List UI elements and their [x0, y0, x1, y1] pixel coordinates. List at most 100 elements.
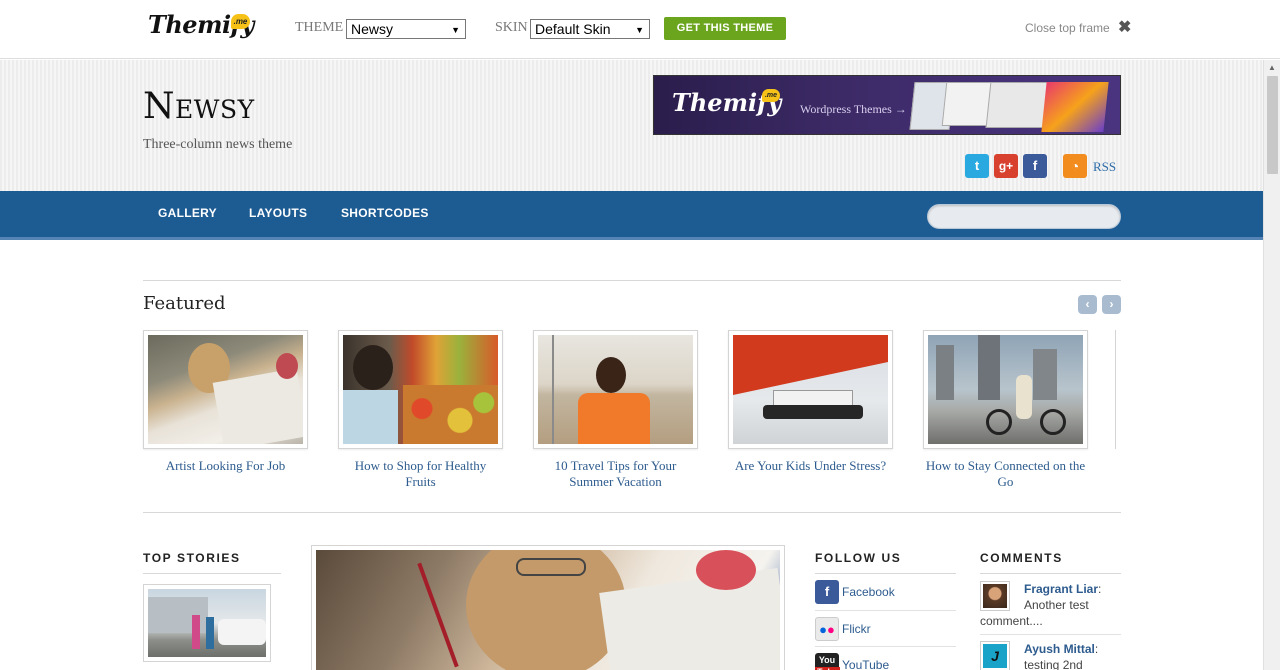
follow-item-label: Facebook: [842, 585, 895, 599]
avatar[interactable]: J: [980, 641, 1010, 670]
theme-label: THEME: [295, 20, 344, 35]
divider: [815, 646, 956, 647]
flickr-icon: ●●: [815, 617, 839, 641]
nav-item-gallery[interactable]: GALLERY: [158, 206, 217, 220]
photo-detail: [1033, 349, 1057, 400]
featured-photo: [538, 335, 693, 444]
main-story-photo: [316, 550, 780, 670]
follow-item-label: Flickr: [842, 622, 871, 636]
featured-photo: [343, 335, 498, 444]
photo-detail: [696, 550, 756, 590]
photo-detail: [986, 409, 1012, 435]
banner-screenshot: [985, 82, 1049, 128]
featured-item-image[interactable]: [923, 330, 1088, 449]
skin-select-value: Default Skin: [535, 21, 611, 37]
photo-detail: [353, 345, 393, 390]
comment-item: Fragrant Liar: Another test comment....: [980, 581, 1121, 629]
photo-detail: [417, 562, 459, 668]
divider: [815, 610, 956, 611]
photo-detail: [403, 385, 498, 444]
dropdown-arrow-icon: ▼: [451, 25, 460, 35]
facebook-icon[interactable]: f: [1023, 154, 1047, 178]
comment-text: Another test comment....: [980, 598, 1089, 628]
twitter-icon[interactable]: t: [965, 154, 989, 178]
comment-colon: :: [1094, 642, 1099, 656]
comment-author[interactable]: Ayush Mittal: [1024, 642, 1095, 656]
slider-prev-button[interactable]: ‹: [1078, 295, 1097, 314]
photo-detail: [552, 335, 554, 444]
main-story-image[interactable]: [311, 545, 785, 670]
close-icon[interactable]: ✖: [1118, 17, 1131, 37]
photo-detail: [212, 368, 303, 444]
banner-logo-badge: .me: [762, 89, 780, 102]
photo-detail: [343, 390, 398, 444]
divider: [815, 573, 956, 574]
photo-detail: [763, 405, 863, 419]
comments-heading: COMMENTS: [980, 551, 1063, 565]
photo-detail: [578, 393, 650, 444]
comment-colon: :: [1098, 582, 1102, 596]
theme-select[interactable]: Newsy ▼: [346, 19, 466, 39]
skin-label: SKIN: [495, 20, 528, 35]
featured-item-image[interactable]: [728, 330, 893, 449]
featured-item-title[interactable]: Are Your Kids Under Stress?: [728, 458, 893, 474]
photo-detail: [218, 619, 266, 645]
photo-detail: [978, 335, 1000, 400]
top-story-thumbnail[interactable]: [143, 584, 271, 662]
featured-photo: [733, 335, 888, 444]
banner-tagline: Wordpress Themes →: [800, 102, 907, 116]
banner-artwork: [1041, 82, 1109, 132]
photo-detail: [1016, 375, 1032, 419]
featured-item-title[interactable]: How to Shop for Healthy Fruits: [338, 458, 503, 490]
dropdown-arrow-icon: ▼: [635, 25, 644, 35]
main-nav: GALLERY LAYOUTS SHORTCODES: [0, 191, 1263, 240]
photo-detail: [599, 568, 780, 670]
follow-item-label: YouTube: [842, 658, 890, 670]
photo-detail: [206, 617, 214, 649]
slider-next-button[interactable]: ›: [1102, 295, 1121, 314]
get-this-theme-button[interactable]: GET THIS THEME: [664, 17, 786, 40]
close-top-frame-link[interactable]: Close top frame: [1025, 21, 1110, 35]
featured-item-image[interactable]: [338, 330, 503, 449]
top-stories-heading: TOP STORIES: [143, 551, 241, 565]
rss-icon[interactable]: ◔: [1063, 154, 1087, 178]
scrollbar-thumb[interactable]: [1267, 76, 1278, 174]
photo-detail: [1040, 409, 1066, 435]
page-scrollbar[interactable]: ▲: [1263, 60, 1280, 670]
photo-detail: [596, 357, 626, 393]
site-title[interactable]: Newsy: [143, 86, 255, 127]
featured-heading: Featured: [143, 293, 226, 314]
search-input[interactable]: [927, 204, 1121, 229]
youtube-icon: YouTube: [815, 653, 840, 670]
featured-item-image[interactable]: [533, 330, 698, 449]
featured-next-item-edge: [1115, 330, 1121, 449]
site-description: Three-column news theme: [143, 137, 293, 152]
featured-photo: [928, 335, 1083, 444]
rss-link[interactable]: RSS: [1093, 159, 1116, 175]
divider: [980, 634, 1121, 635]
featured-photo: [148, 335, 303, 444]
divider: [143, 512, 1121, 513]
follow-us-heading: FOLLOW US: [815, 551, 902, 565]
top-frame: Themify .me THEME Newsy ▼ SKIN Default S…: [0, 0, 1280, 59]
divider: [143, 573, 281, 574]
comment-author[interactable]: Fragrant Liar: [1024, 582, 1098, 596]
google-plus-icon[interactable]: g+: [994, 154, 1018, 178]
featured-item-title[interactable]: How to Stay Connected on the Go: [923, 458, 1088, 490]
divider: [143, 280, 1121, 281]
photo-detail: [276, 353, 298, 379]
theme-select-value: Newsy: [351, 21, 394, 37]
avatar-photo: J: [983, 644, 1007, 668]
nav-item-layouts[interactable]: LAYOUTS: [249, 206, 307, 220]
comment-item: J Ayush Mittal: testing 2nd: [980, 641, 1121, 670]
themify-logo-badge: .me: [231, 14, 250, 29]
photo-detail: [733, 335, 888, 395]
facebook-icon: f: [815, 580, 839, 604]
header-banner-ad[interactable]: Themify .me Wordpress Themes →: [653, 75, 1121, 135]
scroll-up-arrow-icon[interactable]: ▲: [1268, 63, 1276, 72]
skin-select[interactable]: Default Skin ▼: [530, 19, 650, 39]
featured-item-title[interactable]: Artist Looking For Job: [143, 458, 308, 474]
featured-item-title[interactable]: 10 Travel Tips for Your Summer Vacation: [533, 458, 698, 490]
nav-item-shortcodes[interactable]: SHORTCODES: [341, 206, 429, 220]
featured-item-image[interactable]: [143, 330, 308, 449]
